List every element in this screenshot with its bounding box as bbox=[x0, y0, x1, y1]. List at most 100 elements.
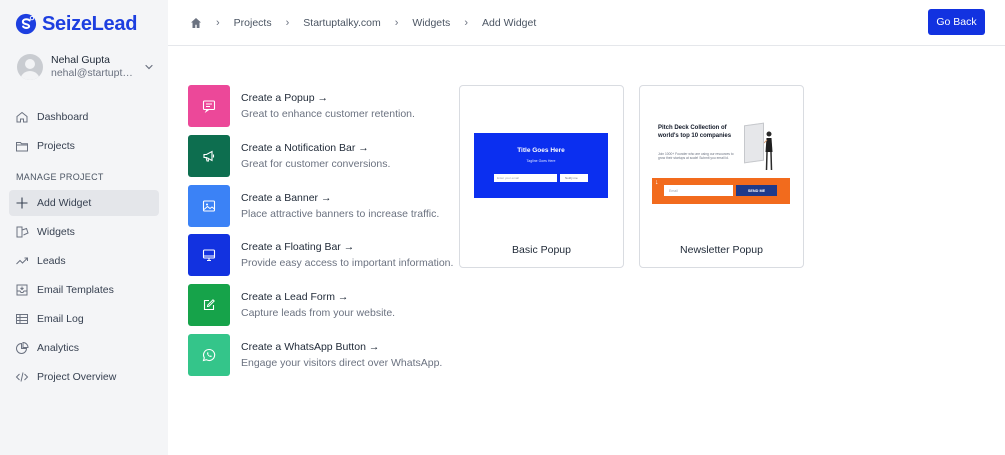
preview-input: Enter your email bbox=[494, 174, 557, 182]
widget-icon-tile bbox=[188, 85, 230, 127]
sidebar-item-label: Widgets bbox=[37, 226, 75, 238]
widget-icon-tile bbox=[188, 284, 230, 327]
sidebar-item-label: Add Widget bbox=[37, 197, 92, 209]
sidebar-nav: Dashboard Projects MANAGE PROJECT Add Wi… bbox=[9, 104, 159, 390]
sidebar-item-projects[interactable]: Projects bbox=[9, 133, 159, 159]
widget-option-floating-bar[interactable]: Create a Floating Bar → Provide easy acc… bbox=[188, 234, 453, 277]
user-email: nehal@startuptalky.com bbox=[51, 67, 137, 79]
go-back-button[interactable]: Go Back bbox=[928, 9, 985, 35]
sidebar-item-label: Dashboard bbox=[37, 111, 89, 123]
widget-option-desc: Provide easy access to important informa… bbox=[241, 257, 454, 270]
widget-icon-tile bbox=[188, 134, 230, 177]
widget-option-desc: Engage your visitors direct over WhatsAp… bbox=[241, 356, 443, 369]
sidebar-item-add-widget[interactable]: Add Widget bbox=[9, 190, 159, 216]
preview-input: Email bbox=[664, 185, 733, 196]
widget-option-desc: Place attractive banners to increase tra… bbox=[241, 207, 440, 220]
home-icon[interactable] bbox=[190, 17, 202, 29]
widgets-icon bbox=[16, 226, 29, 238]
widget-option-text: Create a Notification Bar → Great for cu… bbox=[241, 135, 390, 171]
main-content: › Projects › Startuptalky.com › Widgets … bbox=[168, 0, 1005, 455]
sidebar-item-email-templates[interactable]: Email Templates bbox=[9, 277, 159, 303]
whatsapp-icon bbox=[202, 348, 216, 362]
popup-icon bbox=[202, 100, 216, 113]
sidebar-item-label: Email Templates bbox=[37, 284, 114, 296]
image-icon bbox=[202, 200, 216, 212]
folder-icon bbox=[16, 142, 28, 152]
chevron-right-icon: › bbox=[216, 16, 220, 29]
breadcrumb-widgets[interactable]: Widgets bbox=[412, 17, 450, 29]
pie-chart-icon bbox=[16, 341, 29, 354]
code-icon bbox=[15, 372, 29, 382]
chevron-right-icon: › bbox=[394, 16, 399, 29]
preview-button: SEND ME bbox=[736, 185, 777, 196]
sidebar-item-widgets[interactable]: Widgets bbox=[9, 219, 159, 245]
widget-option-text: Create a Floating Bar → Provide easy acc… bbox=[241, 234, 453, 270]
widget-option-title: Create a Floating Bar → bbox=[241, 241, 355, 254]
trend-icon bbox=[16, 257, 28, 265]
widget-option-desc: Capture leads from your website. bbox=[241, 307, 396, 320]
widget-type-list: Create a Popup → Great to enhance custom… bbox=[188, 85, 453, 384]
avatar bbox=[17, 54, 43, 80]
widget-option-whatsapp-button[interactable]: Create a WhatsApp Button → Engage your v… bbox=[188, 333, 453, 376]
template-card-basic-popup[interactable]: Title Goes Here Tagline Goes Here Enter … bbox=[459, 85, 624, 268]
logo-icon bbox=[15, 13, 37, 35]
inbox-icon bbox=[16, 284, 28, 296]
sidebar-item-dashboard[interactable]: Dashboard bbox=[9, 104, 159, 130]
user-menu[interactable]: Nehal Gupta nehal@startuptalky.com bbox=[9, 52, 159, 82]
section-title-manage-project: MANAGE PROJECT bbox=[16, 172, 104, 182]
sidebar-item-project-overview[interactable]: Project Overview bbox=[9, 364, 159, 390]
template-card-label: Basic Popup bbox=[512, 244, 571, 256]
sidebar-item-label: Analytics bbox=[37, 342, 80, 354]
widget-icon-tile bbox=[188, 234, 230, 277]
widget-option-title: Create a Banner → bbox=[241, 191, 332, 204]
chevron-down-icon[interactable] bbox=[143, 61, 155, 73]
widget-option-title: Create a WhatsApp Button → bbox=[241, 340, 380, 353]
widget-option-lead-form[interactable]: Create a Lead Form → Capture leads from … bbox=[188, 284, 453, 327]
widget-option-text: Create a WhatsApp Button → Engage your v… bbox=[241, 334, 442, 370]
list-icon bbox=[16, 314, 28, 324]
basic-popup-preview: Title Goes Here Tagline Goes Here Enter … bbox=[474, 133, 608, 198]
widget-option-text: Create a Banner → Place attractive banne… bbox=[241, 185, 439, 221]
template-card-newsletter-popup[interactable]: Pitch Deck Collection of world's top 10 … bbox=[639, 85, 804, 268]
widget-option-text: Create a Popup → Great to enhance custom… bbox=[241, 85, 415, 121]
preview-subtitle: Tagline Goes Here bbox=[526, 159, 556, 163]
home-icon bbox=[16, 111, 28, 123]
brand-name: SeizeLead bbox=[42, 12, 138, 35]
breadcrumb-project[interactable]: Startuptalky.com bbox=[303, 17, 380, 29]
widget-option-desc: Great to enhance customer retention. bbox=[241, 108, 415, 120]
breadcrumb-projects[interactable]: Projects bbox=[234, 17, 272, 29]
user-info: Nehal Gupta nehal@startuptalky.com bbox=[51, 54, 137, 80]
preview-button: Notify me bbox=[560, 174, 588, 182]
preview-signup-bar: ↓ Email SEND ME bbox=[652, 178, 790, 204]
widget-option-desc: Great for customer conversions. bbox=[241, 157, 391, 170]
sidebar-item-leads[interactable]: Leads bbox=[9, 248, 159, 274]
template-card-label: Newsletter Popup bbox=[680, 244, 763, 256]
chevron-right-icon: › bbox=[285, 16, 290, 29]
preview-text: Join 1000+ Founder who are using our res… bbox=[658, 152, 734, 160]
megaphone-icon bbox=[203, 150, 215, 162]
presentation-board-illustration bbox=[744, 122, 764, 164]
widget-icon-tile bbox=[188, 184, 230, 227]
sidebar-item-label: Project Overview bbox=[37, 371, 117, 383]
widget-option-title: Create a Notification Bar → bbox=[241, 141, 369, 154]
widget-option-banner[interactable]: Create a Banner → Place attractive banne… bbox=[188, 184, 453, 227]
sidebar: SeizeLead Nehal Gupta nehal@startuptalky… bbox=[0, 0, 168, 455]
preview-title: Title Goes Here bbox=[517, 147, 565, 154]
presenter-illustration bbox=[764, 131, 773, 171]
sidebar-item-label: Projects bbox=[37, 140, 75, 152]
arrow-down-icon: ↓ bbox=[655, 179, 659, 186]
sidebar-item-email-log[interactable]: Email Log bbox=[9, 306, 159, 332]
widget-option-notification-bar[interactable]: Create a Notification Bar → Great for cu… bbox=[188, 134, 453, 177]
brand-logo[interactable]: SeizeLead bbox=[9, 10, 159, 38]
widget-option-text: Create a Lead Form → Capture leads from … bbox=[241, 284, 395, 320]
sidebar-item-label: Leads bbox=[37, 255, 66, 267]
app-root: SeizeLead Nehal Gupta nehal@startuptalky… bbox=[0, 0, 1005, 455]
topbar: › Projects › Startuptalky.com › Widgets … bbox=[168, 0, 1005, 46]
sidebar-item-analytics[interactable]: Analytics bbox=[9, 335, 159, 361]
widget-option-popup[interactable]: Create a Popup → Great to enhance custom… bbox=[188, 85, 453, 127]
edit-icon bbox=[203, 299, 215, 311]
widget-option-title: Create a Popup → bbox=[241, 92, 328, 104]
preview-title: Pitch Deck Collection of world's top 10 … bbox=[658, 125, 732, 139]
newsletter-popup-preview: Pitch Deck Collection of world's top 10 … bbox=[652, 120, 790, 210]
monitor-icon bbox=[202, 249, 216, 262]
